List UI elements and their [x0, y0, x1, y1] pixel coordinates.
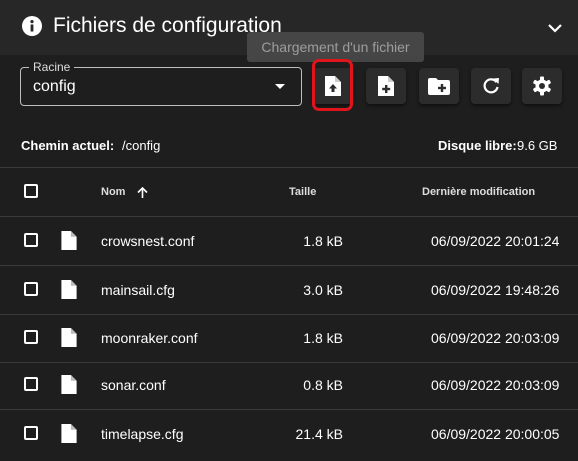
table-top-divider	[0, 167, 578, 168]
root-select[interactable]: Racine config	[20, 59, 302, 106]
root-value: config	[33, 78, 76, 95]
root-label: Racine	[29, 59, 75, 75]
file-name[interactable]: crowsnest.conf	[101, 233, 194, 249]
file-size: 1.8 kB	[303, 233, 343, 249]
disk-free-label: Disque libre:	[438, 138, 517, 153]
column-header-modified[interactable]: Dernière modification	[422, 186, 535, 198]
upload-highlight	[312, 59, 353, 111]
row-divider	[0, 409, 578, 410]
select-all-checkbox[interactable]	[24, 184, 38, 198]
file-modified: 06/09/2022 20:00:05	[431, 426, 560, 442]
row-checkbox[interactable]	[24, 233, 38, 247]
file-plus-icon	[378, 76, 394, 96]
row-checkbox[interactable]	[24, 282, 38, 296]
row-divider	[0, 265, 578, 266]
refresh-icon	[483, 78, 499, 94]
refresh-button[interactable]	[471, 68, 511, 104]
gear-icon	[533, 76, 551, 96]
row-checkbox[interactable]	[24, 330, 38, 344]
header-divider	[0, 216, 578, 217]
file-name[interactable]: sonar.conf	[101, 377, 166, 393]
row-checkbox[interactable]	[24, 426, 38, 440]
file-size: 1.8 kB	[303, 330, 343, 346]
file-name[interactable]: timelapse.cfg	[101, 426, 183, 442]
file-icon	[61, 280, 77, 299]
file-size: 0.8 kB	[303, 377, 343, 393]
file-icon	[61, 424, 77, 443]
row-divider	[0, 314, 578, 315]
file-size: 3.0 kB	[303, 282, 343, 298]
settings-button[interactable]	[522, 68, 562, 104]
file-size: 21.4 kB	[295, 426, 343, 442]
folder-plus-icon	[428, 77, 450, 95]
column-header-size[interactable]: Taille	[289, 186, 316, 198]
create-file-button[interactable]	[366, 68, 406, 104]
current-path-value: /config	[122, 138, 161, 153]
file-modified: 06/09/2022 19:48:26	[431, 282, 560, 298]
arrow-up-icon[interactable]	[136, 186, 149, 199]
info-icon	[22, 16, 42, 36]
tooltip: Chargement d'un fichier	[247, 32, 424, 62]
file-name[interactable]: moonraker.conf	[101, 330, 198, 346]
disk-free-value: 9.6 GB	[517, 138, 558, 153]
file-name[interactable]: mainsail.cfg	[101, 282, 175, 298]
current-path-label: Chemin actuel:	[21, 138, 115, 153]
file-modified: 06/09/2022 20:03:09	[431, 330, 560, 346]
caret-down-icon	[275, 84, 285, 89]
file-icon	[61, 231, 77, 250]
column-header-name[interactable]: Nom	[101, 186, 125, 198]
file-icon	[61, 375, 77, 394]
file-modified: 06/09/2022 20:01:24	[431, 233, 560, 249]
create-folder-button[interactable]	[419, 68, 459, 104]
chevron-down-icon[interactable]	[547, 20, 563, 36]
file-icon	[61, 328, 77, 347]
row-divider	[0, 362, 578, 363]
row-checkbox[interactable]	[24, 377, 38, 391]
file-modified: 06/09/2022 20:03:09	[431, 377, 560, 393]
